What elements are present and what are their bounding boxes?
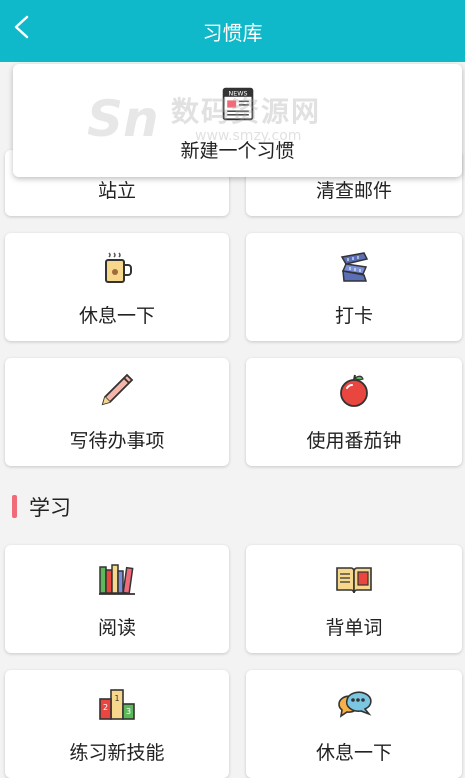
habit-card-write-todo[interactable]: 写待办事项: [5, 358, 229, 466]
new-habit-label: 新建一个习惯: [180, 140, 295, 162]
tomato-apple-icon: [340, 374, 368, 407]
habit-label: 写待办事项: [69, 430, 165, 452]
study-label: 背单词: [325, 617, 383, 639]
habit-label: 清查邮件: [315, 180, 392, 202]
study-card-take-a-break[interactable]: 休息一下: [246, 670, 462, 778]
section-title-study: 学习: [29, 496, 71, 520]
habit-label: 站立: [97, 180, 136, 202]
habit-label: 使用番茄钟: [306, 430, 402, 452]
study-card-practice-skill[interactable]: 1 2 3 练习新技能: [5, 670, 229, 778]
pencil-icon: [101, 373, 134, 406]
podium-icon: 1 2 3: [99, 689, 135, 720]
study-label: 休息一下: [315, 742, 392, 764]
study-label: 练习新技能: [69, 742, 165, 764]
svg-text:3: 3: [126, 707, 131, 716]
new-habit-card[interactable]: NEWS 新建一个习惯: [13, 64, 462, 177]
svg-text:NEWS: NEWS: [229, 90, 248, 97]
page-title: 习惯库: [202, 21, 263, 45]
books-icon: [99, 564, 135, 595]
coffee-cup-icon: [105, 252, 132, 283]
header-bar: 习惯库: [0, 0, 465, 62]
habit-label: 休息一下: [78, 305, 155, 327]
svg-text:1: 1: [114, 694, 119, 703]
habit-card-take-a-break[interactable]: 休息一下: [5, 233, 229, 341]
svg-text:2: 2: [103, 703, 108, 712]
study-card-vocabulary[interactable]: 背单词: [246, 545, 462, 653]
study-card-reading[interactable]: 阅读: [5, 545, 229, 653]
habit-card-check-in[interactable]: 打卡: [246, 233, 462, 341]
section-accent-bar: [12, 495, 17, 518]
chat-bubbles-icon: [338, 691, 372, 718]
tape-measure-icon: [340, 252, 369, 282]
habit-label: 打卡: [334, 305, 373, 327]
open-book-icon: [336, 567, 372, 594]
study-label: 阅读: [97, 617, 136, 639]
newspaper-icon: NEWS: [222, 87, 254, 121]
habit-card-pomodoro[interactable]: 使用番茄钟: [246, 358, 462, 466]
